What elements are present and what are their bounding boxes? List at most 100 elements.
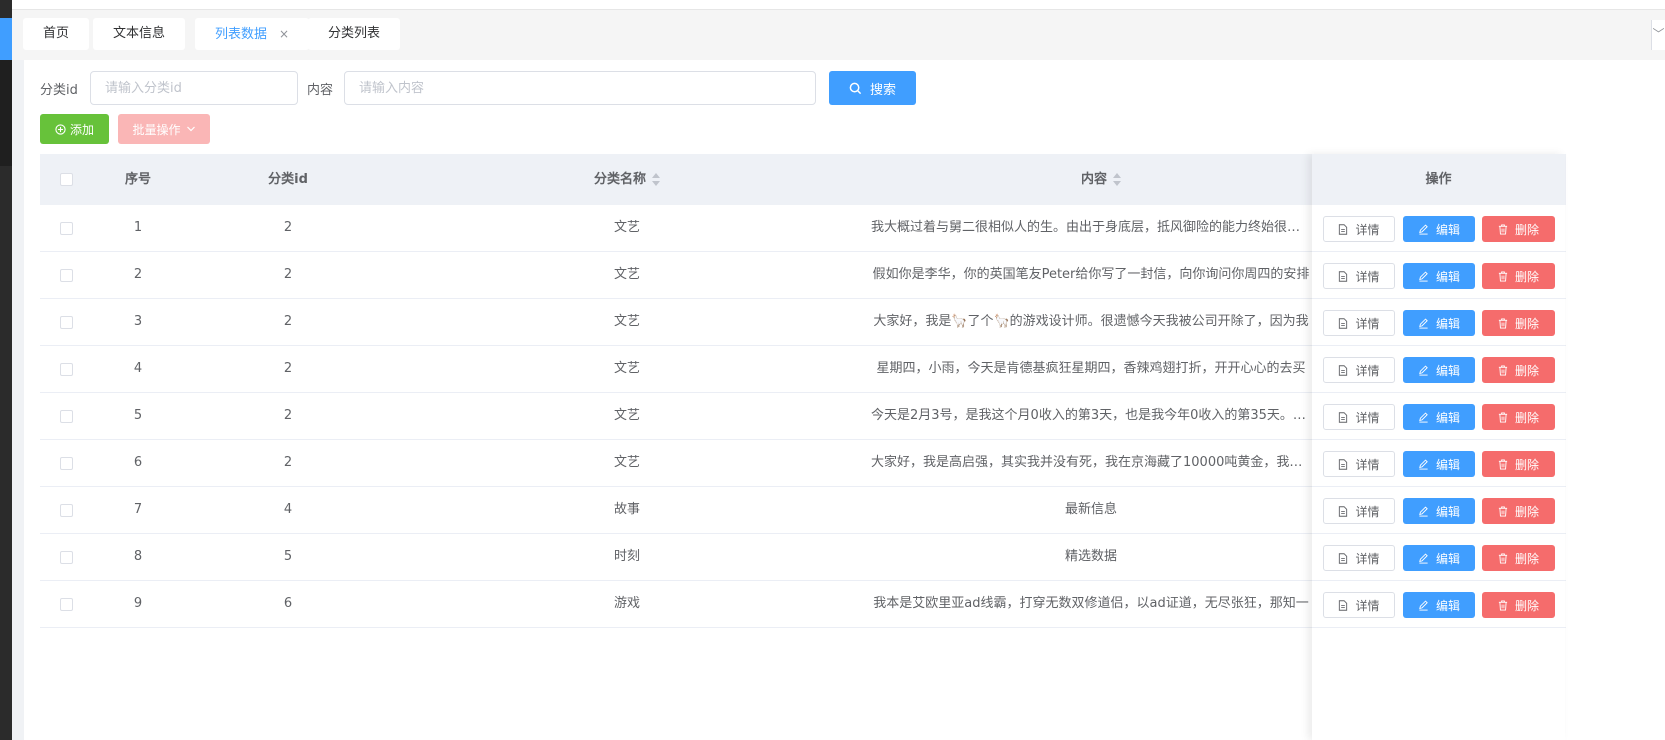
detail-button-label: 详情 xyxy=(1355,504,1380,519)
content-label: 内容 xyxy=(307,83,334,98)
edit-button-label: 编辑 xyxy=(1435,551,1460,566)
tab-text-info[interactable]: 文本信息 xyxy=(93,18,186,50)
cell-index: 5 xyxy=(133,408,143,423)
edit-button[interactable]: 编辑 xyxy=(1403,404,1475,430)
column-header-category-name[interactable]: 分类名称 xyxy=(388,154,866,205)
close-icon[interactable]: × xyxy=(279,27,289,41)
detail-button[interactable]: 详情 xyxy=(1323,357,1395,383)
row-checkbox[interactable] xyxy=(60,457,73,470)
delete-button[interactable]: 删除 xyxy=(1482,310,1555,336)
delete-button[interactable]: 删除 xyxy=(1482,404,1555,430)
actions-row: 详情 编辑 删除 xyxy=(1312,534,1565,581)
row-checkbox[interactable] xyxy=(60,269,73,282)
edit-icon xyxy=(1419,317,1428,329)
edit-button[interactable]: 编辑 xyxy=(1403,216,1475,242)
cell-category-name: 故事 xyxy=(613,502,640,517)
delete-button[interactable]: 删除 xyxy=(1482,451,1555,477)
detail-button[interactable]: 详情 xyxy=(1323,216,1395,242)
detail-button[interactable]: 详情 xyxy=(1323,498,1395,524)
cell-category-name: 时刻 xyxy=(613,549,640,564)
edit-button[interactable]: 编辑 xyxy=(1403,263,1475,289)
delete-button[interactable]: 删除 xyxy=(1482,545,1555,571)
cell-content: 大家好，我是🦙了个🦙的游戏设计师。很遗憾今天我被公司开除了，因为我 xyxy=(873,314,1309,329)
edit-button[interactable]: 编辑 xyxy=(1403,498,1475,524)
row-checkbox[interactable] xyxy=(60,504,73,517)
delete-button[interactable]: 删除 xyxy=(1482,592,1555,618)
cell-category-id: 2 xyxy=(283,220,293,235)
search-icon xyxy=(849,82,862,94)
search-button-label: 搜索 xyxy=(869,82,896,98)
tab-list-data[interactable]: 列表数据 × xyxy=(195,18,310,50)
delete-button[interactable]: 删除 xyxy=(1482,498,1555,524)
row-checkbox[interactable] xyxy=(60,316,73,329)
sidebar-dark-block xyxy=(0,60,12,166)
row-checkbox[interactable] xyxy=(60,598,73,611)
cell-content: 精选数据 xyxy=(1064,549,1117,564)
actions-row: 详情 编辑 删除 xyxy=(1312,252,1565,299)
cell-index: 4 xyxy=(133,361,143,376)
cell-category-name: 文艺 xyxy=(613,361,640,376)
detail-button[interactable]: 详情 xyxy=(1323,310,1395,336)
category-id-input[interactable] xyxy=(90,71,298,105)
detail-button[interactable]: 详情 xyxy=(1323,451,1395,477)
detail-button[interactable]: 详情 xyxy=(1323,404,1395,430)
cell-category-name: 文艺 xyxy=(613,455,640,470)
row-checkbox[interactable] xyxy=(60,222,73,235)
edit-button[interactable]: 编辑 xyxy=(1403,592,1475,618)
cell-category-id: 2 xyxy=(283,361,293,376)
delete-button-label: 删除 xyxy=(1514,269,1539,284)
detail-button-label: 详情 xyxy=(1355,410,1380,425)
delete-button[interactable]: 删除 xyxy=(1482,216,1555,242)
add-button-label: 添加 xyxy=(69,122,94,137)
detail-button[interactable]: 详情 xyxy=(1323,263,1395,289)
search-button[interactable]: 搜索 xyxy=(829,71,916,105)
cell-index: 3 xyxy=(133,314,143,329)
row-checkbox[interactable] xyxy=(60,551,73,564)
cell-category-id: 2 xyxy=(283,408,293,423)
edit-button-label: 编辑 xyxy=(1435,598,1460,613)
edit-button[interactable]: 编辑 xyxy=(1403,451,1475,477)
add-button[interactable]: 添加 xyxy=(40,114,109,144)
edit-icon xyxy=(1419,458,1428,470)
chevron-down-icon[interactable]: ﹀ xyxy=(1651,20,1665,50)
trash-icon xyxy=(1498,223,1508,235)
cell-index: 6 xyxy=(133,455,143,470)
sort-icon[interactable] xyxy=(1113,172,1121,187)
edit-button[interactable]: 编辑 xyxy=(1403,545,1475,571)
tab-category-list[interactable]: 分类列表 xyxy=(308,18,401,50)
cell-category-id: 6 xyxy=(283,596,293,611)
delete-button-label: 删除 xyxy=(1514,551,1539,566)
trash-icon xyxy=(1498,552,1508,564)
detail-button[interactable]: 详情 xyxy=(1323,545,1395,571)
cell-category-id: 4 xyxy=(283,502,293,517)
row-checkbox[interactable] xyxy=(60,410,73,423)
edit-button[interactable]: 编辑 xyxy=(1403,357,1475,383)
cell-category-name: 文艺 xyxy=(613,267,640,282)
delete-button-label: 删除 xyxy=(1514,222,1539,237)
detail-button-label: 详情 xyxy=(1355,457,1380,472)
batch-actions-button[interactable]: 批量操作 xyxy=(118,114,210,144)
tab-home[interactable]: 首页 xyxy=(23,18,90,50)
delete-button[interactable]: 删除 xyxy=(1482,263,1555,289)
column-header-content[interactable]: 内容 xyxy=(866,154,1336,205)
cell-content: 最新信息 xyxy=(1064,502,1117,517)
trash-icon xyxy=(1498,364,1508,376)
column-header-index: 序号 xyxy=(124,172,151,187)
delete-button-label: 删除 xyxy=(1514,410,1539,425)
select-all-checkbox[interactable] xyxy=(60,173,73,186)
row-checkbox[interactable] xyxy=(60,363,73,376)
actions-row: 详情 编辑 删除 xyxy=(1312,299,1565,346)
edit-button[interactable]: 编辑 xyxy=(1403,310,1475,336)
cell-index: 9 xyxy=(133,596,143,611)
cell-content: 今天是2月3号，是我这个月0收入的第3天，也是我今年0收入的第35天。依然 xyxy=(871,408,1316,423)
main-content: 分类id 内容 搜索 添加 批量操作 序号 分类id 分类名称 内容 12文艺我… xyxy=(24,60,1665,740)
content-input[interactable] xyxy=(344,71,816,105)
detail-button[interactable]: 详情 xyxy=(1323,592,1395,618)
tab-label: 分类列表 xyxy=(328,26,381,41)
document-icon xyxy=(1339,317,1348,329)
delete-button[interactable]: 删除 xyxy=(1482,357,1555,383)
edit-button-label: 编辑 xyxy=(1435,269,1460,284)
trash-icon xyxy=(1498,458,1508,470)
sort-icon[interactable] xyxy=(652,172,660,187)
edit-icon xyxy=(1419,552,1428,564)
